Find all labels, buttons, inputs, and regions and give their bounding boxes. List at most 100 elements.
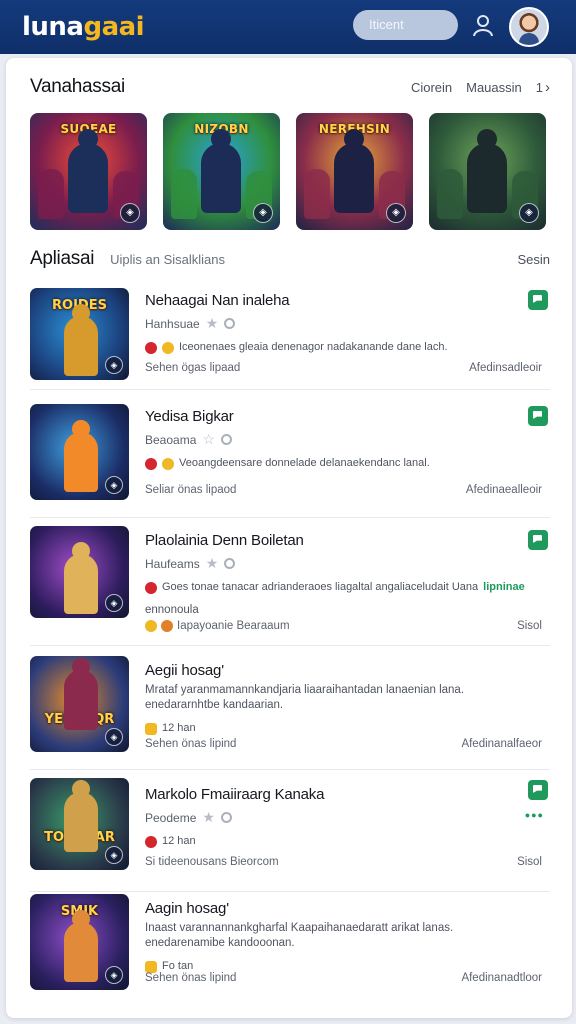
app-thumbnail: TOUUAAR ◈ [30,778,129,870]
app-thumbnail: YENSAQR ◈ [30,656,129,752]
hero-art [64,542,98,614]
flag-icon[interactable] [528,780,548,800]
featured-tile[interactable]: NEREHSIN ◈ [296,113,413,230]
meta-left: Seliar önas lipaod [145,484,237,496]
meta-right: Afedinanalfaeor [461,738,542,750]
app-thumbnail: ◈ [30,526,129,618]
badge-icon: ◈ [105,594,123,612]
rating-dots-icon: ●●● [524,810,544,820]
hero-art [64,304,98,376]
description-tag: lipninae [483,581,525,593]
badge-icon: ◈ [105,476,123,494]
hero-art [64,658,98,730]
app-name: Markolo Fmaiiraarg Kanaka [145,786,325,803]
content-card: Vanahassai Ciorein Mauassin 1 › SUOEAE ◈… [6,58,572,1018]
badge-icon: ◈ [105,846,123,864]
hero-art [201,129,241,213]
pin-icon [224,318,236,329]
hero-art [467,129,507,213]
developer-name: Peodeme [145,810,197,825]
app-name: Aagin hosag' [145,900,229,917]
rating-dot-icon [162,341,174,354]
list-item[interactable]: ◈ Plaolainia Denn Boiletan Haufeams ★ Goe… [30,524,550,646]
app-description: Goes tonae tanacar adrianderaoes liagalt… [162,581,479,593]
app-name: Plaolainia Denn Boiletan [145,532,304,549]
logo-accent: gaai [83,12,145,42]
featured-link-1[interactable]: Ciorein [411,80,452,95]
meta-left: Iapayoanie Bearaaum [177,620,290,632]
apps-sort-link[interactable]: Sesin [517,252,550,267]
star-icon: ★ [205,315,219,331]
developer-name: Hanhsuae [145,316,200,331]
rating-dot-icon [145,835,157,848]
featured-title: Vanahassai [30,76,125,97]
app-description-line2: ennonoula [145,604,199,616]
list-item[interactable]: TOUUAAR ◈ Markolo Fmaiiraarg Kanaka Peod… [30,774,550,892]
featured-tile[interactable]: ◈ [429,113,546,230]
featured-tile[interactable]: NIZOBN ◈ [163,113,280,230]
app-description: Inaast varannannankgharfal Kaapaihanaeda… [145,922,454,934]
rating-dot-icon [145,581,157,594]
star-icon: ☆ [202,431,215,447]
featured-pager[interactable]: 1 › [536,79,550,96]
list-item[interactable]: YENSAQR ◈ Aegii hosag' Mrataf yaranmaman… [30,650,550,770]
apps-header: Apliasai Uiplis an Sisalklians Sesin [30,248,550,270]
badge-icon: ◈ [386,203,406,223]
hero-art [64,910,98,982]
apps-subtitle: Uiplis an Sisalklians [110,251,226,267]
app-name: Nehaagai Nan inaleha [145,292,290,309]
meta-right: Sisol [517,856,542,868]
rating-dot-icon [161,620,173,632]
top-bar: lunagaai Iticent [0,0,576,54]
app-name: Aegii hosag' [145,662,224,679]
featured-link-2[interactable]: Mauassin [466,80,522,95]
app-description: Mrataf yaranmamannkandjaria liaaraihanta… [145,684,465,696]
meta-small: 12 han [162,722,196,734]
search-input[interactable]: Iticent [353,10,458,40]
hero-art [64,420,98,492]
meta-right: Afedinsadleoir [469,362,542,374]
meta-left: Si tideenousans Bieorcom [145,856,279,868]
badge-icon: ◈ [120,203,140,223]
developer-name: Haufeams [145,556,200,571]
featured-tile[interactable]: SUOEAE ◈ [30,113,147,230]
app-thumbnail: SMIK ◈ [30,894,129,990]
meta-left: Sehen önas lipind [145,738,237,750]
developer-name: Beaoama [145,432,197,447]
rating-dot-icon [145,457,157,470]
star-icon: ★ [202,809,215,825]
featured-header: Vanahassai Ciorein Mauassin 1 › [30,76,550,98]
flag-icon[interactable] [528,290,548,310]
meta-right: Sisol [517,620,542,632]
pin-icon [224,558,236,569]
flag-icon[interactable] [528,530,548,550]
figure-art [304,169,330,219]
hero-art [334,129,374,213]
featured-row: SUOEAE ◈ NIZOBN ◈ NEREHSIN ◈ ◈ [30,113,546,230]
list-item[interactable]: ROIDES ◈ Nehaagai Nan inaleha Hanhsuae★ … [30,282,550,390]
list-item[interactable]: SMIK ◈ Aagin hosag' Inaast varannannankg… [30,894,550,1000]
meta-left: Sehen önas lipind [145,972,237,984]
rating-dot-icon [162,457,174,470]
pin-icon [220,434,232,445]
user-icon[interactable] [470,12,496,38]
app-description: Veoangdeensare donnelade delanaekendanc … [179,457,430,469]
figure-art [38,169,64,219]
app-description: Iceonenaes gleaia denenagor nadakanande … [179,341,448,353]
meta-right: Afedinanadtloor [461,972,542,984]
badge-icon: ◈ [105,966,123,984]
chevron-right-icon: › [545,78,550,96]
app-logo[interactable]: lunagaai [22,12,145,42]
apps-title: Apliasai [30,248,95,269]
meta-left: Sehen ögas lipaad [145,362,241,374]
hero-art [64,780,98,852]
rating-dot-icon [145,960,157,973]
app-name: Yedisa Bigkar [145,408,234,425]
avatar[interactable] [509,7,549,47]
badge-icon: ◈ [253,203,273,223]
flag-icon[interactable] [528,406,548,426]
badge-icon: ◈ [105,728,123,746]
list-item[interactable]: ◈ Yedisa Bigkar Beaoama ☆ Veoangdeensare … [30,398,550,518]
rating-dot-icon [145,722,157,735]
star-icon: ★ [205,555,219,571]
